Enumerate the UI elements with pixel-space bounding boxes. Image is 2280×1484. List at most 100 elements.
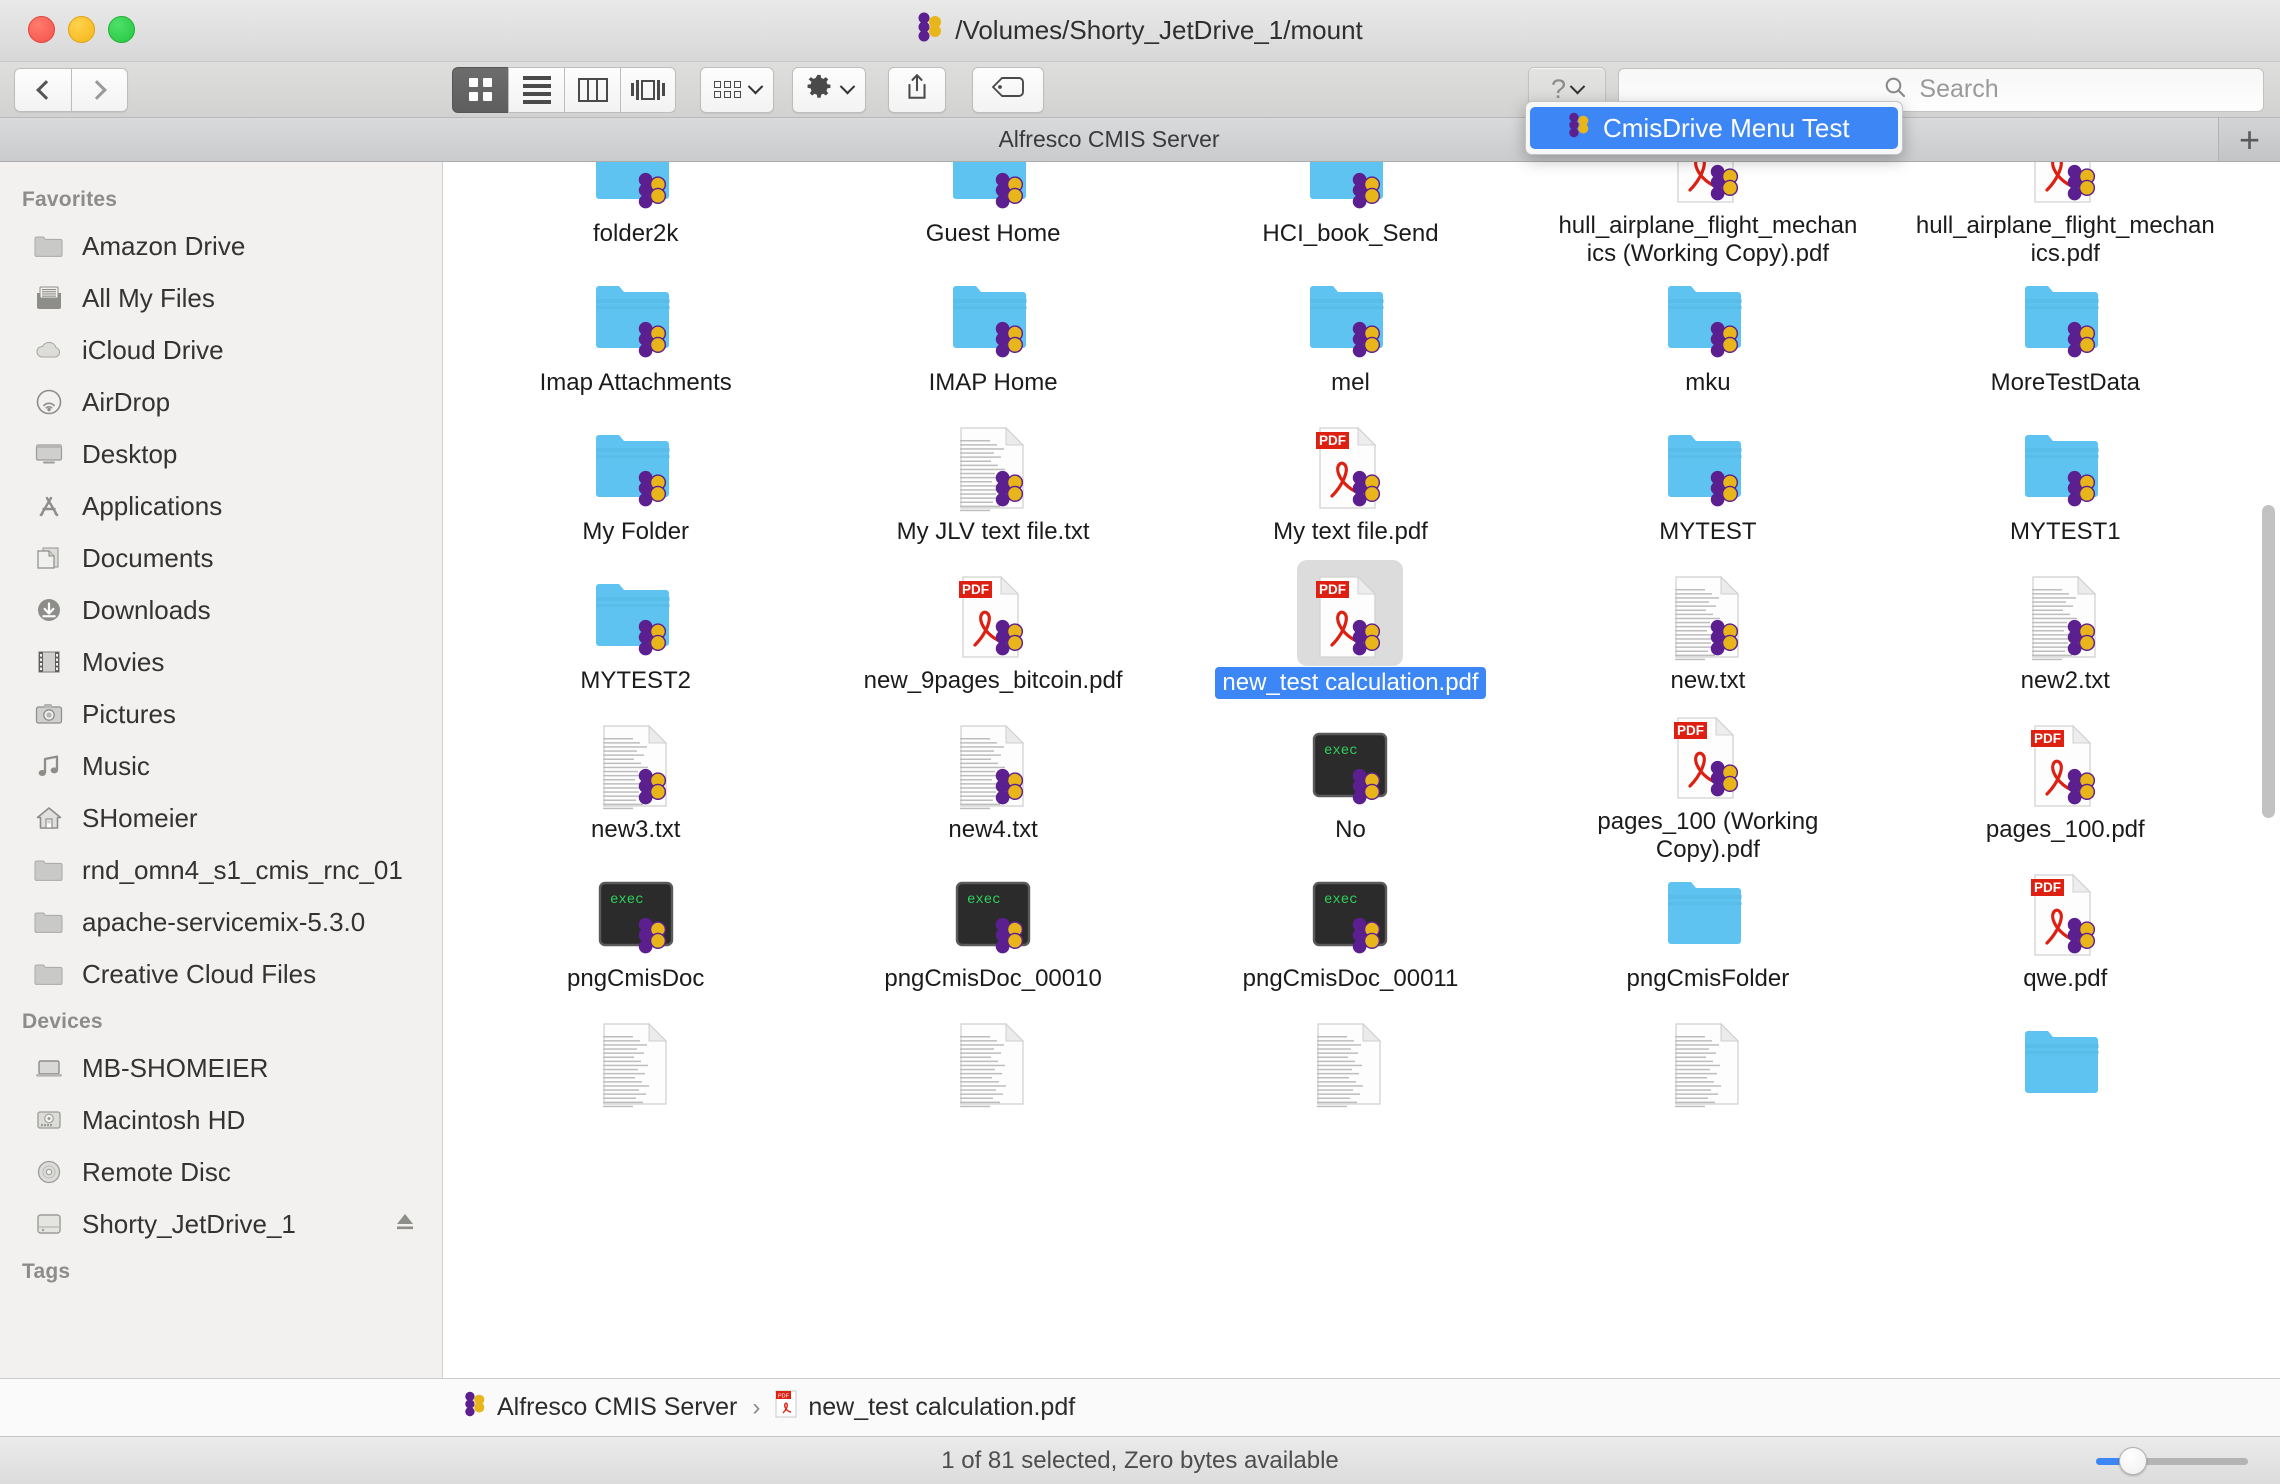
file-item[interactable]: exec pngCmisDoc_00010 — [814, 859, 1171, 1008]
file-item[interactable]: Guest Home — [814, 162, 1171, 263]
file-item[interactable]: Imap Attachments — [457, 263, 814, 412]
file-item[interactable]: HCI_book_Send — [1172, 162, 1529, 263]
file-item[interactable]: PDF new_9pages_bitcoin.pdf — [814, 561, 1171, 710]
file-item[interactable]: PDF hull_airplane_flight_mechanics (Worki… — [1529, 162, 1886, 267]
eject-icon[interactable] — [394, 1209, 416, 1240]
file-item[interactable]: PDF pages_100.pdf — [1887, 710, 2244, 859]
sidebar-item-shorty-jetdrive-1[interactable]: Shorty_JetDrive_1 — [0, 1198, 442, 1250]
forward-button[interactable] — [71, 67, 128, 112]
pictures-icon — [32, 697, 66, 731]
file-item[interactable]: new4.txt — [814, 710, 1171, 859]
file-item[interactable]: My JLV text file.txt — [814, 412, 1171, 561]
file-item[interactable]: MoreTestData — [1887, 263, 2244, 412]
list-view-button[interactable] — [508, 66, 564, 113]
file-item[interactable]: MYTEST — [1529, 412, 1886, 561]
file-item[interactable]: new3.txt — [457, 710, 814, 859]
sidebar-item-label: Creative Cloud Files — [82, 958, 317, 989]
disc-icon — [32, 1155, 66, 1189]
cmisdrive-dropdown-menu: CmisDrive Menu Test — [1525, 101, 1903, 155]
share-button[interactable] — [888, 66, 946, 113]
sidebar-item-mb-shomeier[interactable]: MB-SHOMEIER — [0, 1042, 442, 1094]
title-bar: /Volumes/Shorty_JetDrive_1/mount — [0, 0, 2280, 62]
file-item[interactable]: mku — [1529, 263, 1886, 412]
file-item[interactable]: new.txt — [1529, 561, 1886, 710]
file-item[interactable] — [1529, 1008, 1886, 1157]
file-name-label: My Folder — [582, 518, 690, 545]
file-item[interactable]: MYTEST1 — [1887, 412, 2244, 561]
file-item[interactable]: folder2k — [457, 162, 814, 263]
text-icon — [592, 714, 680, 810]
file-name-label: hull_airplane_flight_mechanics (Working … — [1558, 212, 1858, 267]
navigation-buttons — [14, 67, 128, 112]
icon-view-button[interactable] — [452, 66, 508, 113]
file-item[interactable] — [457, 1008, 814, 1157]
file-item[interactable]: PDF My text file.pdf — [1172, 412, 1529, 561]
sidebar-item-music[interactable]: Music — [0, 740, 442, 792]
back-button[interactable] — [14, 67, 71, 112]
slider-thumb[interactable] — [2119, 1446, 2147, 1475]
exec-icon: exec — [592, 863, 680, 959]
sidebar-item-label: Downloads — [82, 594, 211, 625]
sidebar-item-movies[interactable]: Movies — [0, 636, 442, 688]
file-name-label: My JLV text file.txt — [896, 518, 1090, 545]
chevron-right-icon — [87, 79, 107, 100]
file-item[interactable]: PDF qwe.pdf — [1887, 859, 2244, 1008]
text-icon — [949, 416, 1037, 512]
file-item[interactable]: IMAP Home — [814, 263, 1171, 412]
edit-tags-button[interactable] — [972, 66, 1044, 113]
file-item[interactable]: mel — [1172, 263, 1529, 412]
sidebar-item-icloud-drive[interactable]: iCloud Drive — [0, 324, 442, 376]
sidebar-item-label: rnd_omn4_s1_cmis_rnc_01 — [82, 854, 403, 885]
svg-text:PDF: PDF — [1677, 723, 1704, 738]
file-item[interactable] — [1172, 1008, 1529, 1157]
path-segment-file[interactable]: new_test calculation.pdf — [808, 1393, 1075, 1422]
action-button[interactable] — [792, 66, 866, 113]
file-name-label: My text file.pdf — [1273, 518, 1428, 545]
cover-flow-view-button[interactable] — [620, 66, 676, 113]
sidebar-item-desktop[interactable]: Desktop — [0, 428, 442, 480]
new-tab-button[interactable]: + — [2218, 118, 2280, 161]
vertical-scrollbar[interactable] — [2262, 168, 2275, 1372]
sidebar-item-remote-disc[interactable]: Remote Disc — [0, 1146, 442, 1198]
file-name-label: new_9pages_bitcoin.pdf — [863, 667, 1123, 694]
file-name-label: MoreTestData — [1990, 369, 2140, 396]
file-item[interactable]: MYTEST2 — [457, 561, 814, 710]
file-item[interactable]: exec pngCmisDoc_00011 — [1172, 859, 1529, 1008]
scrollbar-thumb[interactable] — [2262, 505, 2275, 819]
sidebar-item-applications[interactable]: Applications — [0, 480, 442, 532]
folder-icon — [32, 229, 66, 263]
file-grid-area: folder2k Guest Home HCI_book_Send PDF hull_a… — [443, 162, 2280, 1378]
sidebar-item-airdrop[interactable]: AirDrop — [0, 376, 442, 428]
folder-icon — [949, 162, 1037, 214]
file-item[interactable] — [814, 1008, 1171, 1157]
sidebar-item-macintosh-hd[interactable]: Macintosh HD — [0, 1094, 442, 1146]
sidebar-item-rnd-omn4-s1-cmis-rnc-01[interactable]: rnd_omn4_s1_cmis_rnc_01 — [0, 844, 442, 896]
file-item[interactable]: My Folder — [457, 412, 814, 561]
arrange-button[interactable] — [700, 66, 774, 113]
sidebar-item-pictures[interactable]: Pictures — [0, 688, 442, 740]
sidebar-item-creative-cloud-files[interactable]: Creative Cloud Files — [0, 948, 442, 1000]
file-item[interactable]: pngCmisFolder — [1529, 859, 1886, 1008]
file-item[interactable]: exec pngCmisDoc — [457, 859, 814, 1008]
file-item[interactable]: PDF hull_airplane_flight_mechanics.pdf — [1887, 162, 2244, 267]
sidebar-item-amazon-drive[interactable]: Amazon Drive — [0, 220, 442, 272]
file-item[interactable] — [1887, 1008, 2244, 1157]
file-item[interactable]: PDF pages_100 (Working Copy).pdf — [1529, 710, 1886, 863]
sidebar-item-downloads[interactable]: Downloads — [0, 584, 442, 636]
file-name-label: qwe.pdf — [2023, 965, 2108, 992]
file-item[interactable]: new2.txt — [1887, 561, 2244, 710]
menu-item-cmisdrive-menu-test[interactable]: CmisDrive Menu Test — [1530, 107, 1898, 149]
question-mark-icon: ? — [1550, 74, 1567, 104]
sidebar-item-documents[interactable]: Documents — [0, 532, 442, 584]
coverflow-icon — [631, 79, 665, 100]
pdf-icon: PDF — [2021, 714, 2109, 810]
sidebar-item-label: AirDrop — [82, 386, 171, 417]
path-segment-root[interactable]: Alfresco CMIS Server — [497, 1393, 737, 1422]
file-item[interactable]: PDF new_test calculation.pdf — [1172, 561, 1529, 710]
sidebar-item-apache-servicemix-5-3-0[interactable]: apache-servicemix-5.3.0 — [0, 896, 442, 948]
icon-size-slider[interactable] — [2096, 1446, 2248, 1475]
column-view-button[interactable] — [564, 66, 620, 113]
file-item[interactable]: exec No — [1172, 710, 1529, 859]
sidebar-item-all-my-files[interactable]: All My Files — [0, 272, 442, 324]
sidebar-item-shomeier[interactable]: SHomeier — [0, 792, 442, 844]
